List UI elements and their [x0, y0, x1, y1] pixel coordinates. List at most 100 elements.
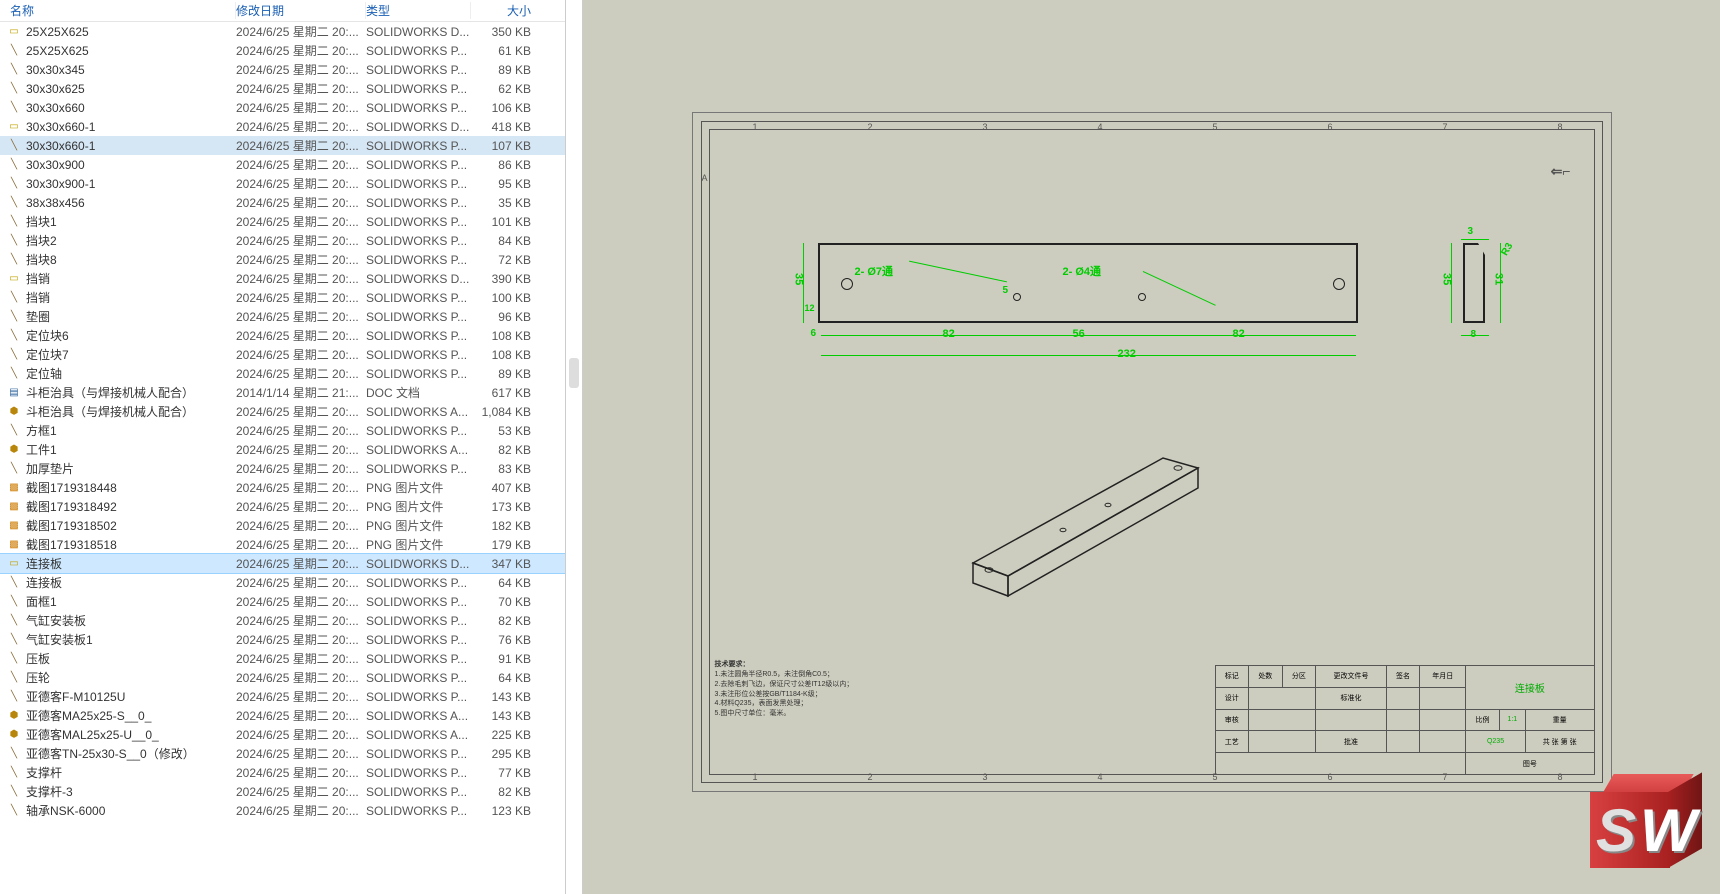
file-date: 2024/6/25 星期二 20:...	[236, 61, 366, 78]
file-row[interactable]: ▤斗柜治具（与焊接机械人配合）2014/1/14 星期二 21:...DOC 文…	[0, 383, 565, 402]
file-type-icon: ╲	[6, 803, 22, 819]
file-row[interactable]: ╲轴承NSK-60002024/6/25 星期二 20:...SOLIDWORK…	[0, 801, 565, 820]
ruler-top: 4	[1098, 122, 1103, 132]
dim-82: 82	[943, 328, 955, 340]
file-row[interactable]: ▩截图17193185022024/6/25 星期二 20:...PNG 图片文…	[0, 516, 565, 535]
tb-cell: 批准	[1316, 731, 1387, 753]
column-date[interactable]: 修改日期	[236, 2, 366, 19]
file-row[interactable]: ▩截图17193184482024/6/25 星期二 20:...PNG 图片文…	[0, 478, 565, 497]
tb-part-name: 连接板	[1466, 666, 1594, 710]
tb-cell: 更改文件号	[1316, 666, 1387, 688]
file-row[interactable]: ╲气缸安装板12024/6/25 星期二 20:...SOLIDWORKS P.…	[0, 630, 565, 649]
file-type-icon: ▩	[6, 518, 22, 534]
file-row[interactable]: ╲面框12024/6/25 星期二 20:...SOLIDWORKS P...7…	[0, 592, 565, 611]
file-type: SOLIDWORKS D...	[366, 120, 471, 134]
tb-cell	[1215, 753, 1466, 775]
file-size: 62 KB	[471, 82, 539, 96]
tb-cell: 重量	[1525, 709, 1594, 731]
file-row[interactable]: ╲方框12024/6/25 星期二 20:...SOLIDWORKS P...5…	[0, 421, 565, 440]
file-row[interactable]: ▭25X25X6252024/6/25 星期二 20:...SOLIDWORKS…	[0, 22, 565, 41]
file-name: 面框1	[26, 593, 236, 610]
column-type[interactable]: 类型	[366, 2, 471, 19]
file-type: PNG 图片文件	[366, 479, 471, 496]
file-row[interactable]: ╲挡销2024/6/25 星期二 20:...SOLIDWORKS P...10…	[0, 288, 565, 307]
file-date: 2024/6/25 星期二 20:...	[236, 308, 366, 325]
file-row[interactable]: ╲加厚垫片2024/6/25 星期二 20:...SOLIDWORKS P...…	[0, 459, 565, 478]
file-name: 气缸安装板1	[26, 631, 236, 648]
file-name: 连接板	[26, 555, 236, 572]
file-row[interactable]: ╲30x30x9002024/6/25 星期二 20:...SOLIDWORKS…	[0, 155, 565, 174]
dim-line-35r	[1451, 243, 1452, 323]
file-name: 定位块7	[26, 346, 236, 363]
ruler-left: A	[702, 173, 708, 183]
file-row[interactable]: ▭连接板2024/6/25 星期二 20:...SOLIDWORKS D...3…	[0, 554, 565, 573]
file-date: 2024/6/25 星期二 20:...	[236, 631, 366, 648]
file-row[interactable]: ▩截图17193184922024/6/25 星期二 20:...PNG 图片文…	[0, 497, 565, 516]
file-row[interactable]: ╲38x38x4562024/6/25 星期二 20:...SOLIDWORKS…	[0, 193, 565, 212]
file-size: 182 KB	[471, 519, 539, 533]
file-date: 2024/6/25 星期二 20:...	[236, 479, 366, 496]
file-date: 2024/6/25 星期二 20:...	[236, 270, 366, 287]
ruler-bot: 3	[983, 772, 988, 782]
file-type: SOLIDWORKS A...	[366, 728, 471, 742]
file-size: 72 KB	[471, 253, 539, 267]
file-row[interactable]: ╲压轮2024/6/25 星期二 20:...SOLIDWORKS P...64…	[0, 668, 565, 687]
file-size: 123 KB	[471, 804, 539, 818]
file-row[interactable]: ╲压板2024/6/25 星期二 20:...SOLIDWORKS P...91…	[0, 649, 565, 668]
file-row[interactable]: ╲挡块12024/6/25 星期二 20:...SOLIDWORKS P...1…	[0, 212, 565, 231]
file-row[interactable]: ⬢亚德客MA25x25-S__0_2024/6/25 星期二 20:...SOL…	[0, 706, 565, 725]
file-type: SOLIDWORKS D...	[366, 272, 471, 286]
file-size: 295 KB	[471, 747, 539, 761]
file-row[interactable]: ╲连接板2024/6/25 星期二 20:...SOLIDWORKS P...6…	[0, 573, 565, 592]
file-size: 350 KB	[471, 25, 539, 39]
file-row[interactable]: ╲30x30x6602024/6/25 星期二 20:...SOLIDWORKS…	[0, 98, 565, 117]
file-row[interactable]: ╲定位块72024/6/25 星期二 20:...SOLIDWORKS P...…	[0, 345, 565, 364]
file-name: 挡块2	[26, 232, 236, 249]
file-row[interactable]: ╲亚德客TN-25x30-S__0（修改）2024/6/25 星期二 20:..…	[0, 744, 565, 763]
file-row[interactable]: ▩截图17193185182024/6/25 星期二 20:...PNG 图片文…	[0, 535, 565, 554]
side-view-outline	[1463, 243, 1485, 323]
file-row[interactable]: ▭30x30x660-12024/6/25 星期二 20:...SOLIDWOR…	[0, 117, 565, 136]
file-type-icon: ╲	[6, 214, 22, 230]
file-row[interactable]: ╲垫圈2024/6/25 星期二 20:...SOLIDWORKS P...96…	[0, 307, 565, 326]
file-row[interactable]: ╲气缸安装板2024/6/25 星期二 20:...SOLIDWORKS P..…	[0, 611, 565, 630]
file-type: SOLIDWORKS P...	[366, 424, 471, 438]
file-row[interactable]: ⬢亚德客MAL25x25-U__0_2024/6/25 星期二 20:...SO…	[0, 725, 565, 744]
column-name[interactable]: 名称	[6, 2, 236, 19]
column-size[interactable]: 大小	[471, 2, 539, 19]
file-row[interactable]: ╲30x30x6252024/6/25 星期二 20:...SOLIDWORKS…	[0, 79, 565, 98]
file-row[interactable]: ╲挡块82024/6/25 星期二 20:...SOLIDWORKS P...7…	[0, 250, 565, 269]
file-row[interactable]: ╲定位块62024/6/25 星期二 20:...SOLIDWORKS P...…	[0, 326, 565, 345]
file-type-icon: ╲	[6, 575, 22, 591]
file-size: 35 KB	[471, 196, 539, 210]
file-row[interactable]: ╲30x30x660-12024/6/25 星期二 20:...SOLIDWOR…	[0, 136, 565, 155]
file-row[interactable]: ╲支撑杆-32024/6/25 星期二 20:...SOLIDWORKS P..…	[0, 782, 565, 801]
file-type-icon: ╲	[6, 233, 22, 249]
ruler-top: 7	[1443, 122, 1448, 132]
file-row[interactable]: ╲支撑杆2024/6/25 星期二 20:...SOLIDWORKS P...7…	[0, 763, 565, 782]
file-row[interactable]: ╲30x30x3452024/6/25 星期二 20:...SOLIDWORKS…	[0, 60, 565, 79]
note-line: 3.未注形位公差按GB/T1184-K级；	[715, 690, 854, 700]
file-date: 2024/6/25 星期二 20:...	[236, 327, 366, 344]
file-list-scroll[interactable]: ▭25X25X6252024/6/25 星期二 20:...SOLIDWORKS…	[0, 22, 565, 894]
file-row[interactable]: ⬢工件12024/6/25 星期二 20:...SOLIDWORKS A...8…	[0, 440, 565, 459]
file-date: 2024/6/25 星期二 20:...	[236, 137, 366, 154]
tb-cell: 比例	[1466, 709, 1500, 731]
file-size: 64 KB	[471, 576, 539, 590]
file-size: 64 KB	[471, 671, 539, 685]
file-row[interactable]: ▭挡销2024/6/25 星期二 20:...SOLIDWORKS D...39…	[0, 269, 565, 288]
file-row[interactable]: ╲25X25X6252024/6/25 星期二 20:...SOLIDWORKS…	[0, 41, 565, 60]
file-type-icon: ▭	[6, 556, 22, 572]
file-row[interactable]: ╲挡块22024/6/25 星期二 20:...SOLIDWORKS P...8…	[0, 231, 565, 250]
file-size: 82 KB	[471, 443, 539, 457]
file-row[interactable]: ╲亚德客F-M10125U2024/6/25 星期二 20:...SOLIDWO…	[0, 687, 565, 706]
dim-line-3	[1461, 239, 1489, 240]
file-name: 挡块1	[26, 213, 236, 230]
file-type-icon: ╲	[6, 423, 22, 439]
file-row[interactable]: ⬢斗柜治具（与焊接机械人配合）2024/6/25 星期二 20:...SOLID…	[0, 402, 565, 421]
splitter-handle[interactable]	[565, 0, 583, 894]
dim-label-2phi7: 2- Ø7通	[855, 263, 894, 279]
file-row[interactable]: ╲30x30x900-12024/6/25 星期二 20:...SOLIDWOR…	[0, 174, 565, 193]
file-type-icon: ╲	[6, 366, 22, 382]
file-row[interactable]: ╲定位轴2024/6/25 星期二 20:...SOLIDWORKS P...8…	[0, 364, 565, 383]
